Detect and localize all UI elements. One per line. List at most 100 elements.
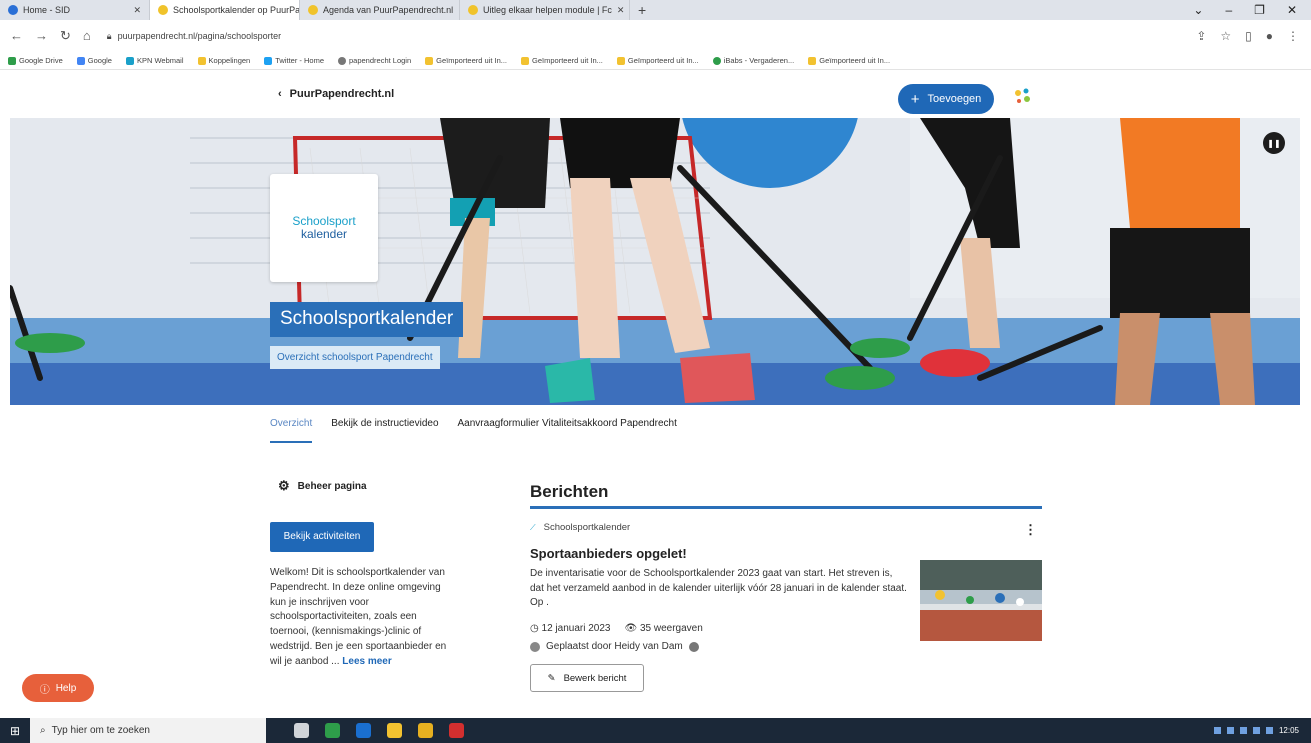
outlook-icon[interactable] bbox=[356, 723, 371, 738]
author-logo-icon: ⟋ bbox=[530, 522, 536, 532]
post-author[interactable]: ⟋ Schoolsportkalender bbox=[530, 522, 630, 533]
bookmark-item[interactable]: Google bbox=[76, 56, 112, 65]
file-explorer-icon[interactable] bbox=[418, 723, 433, 738]
ibabs-icon bbox=[712, 56, 721, 65]
new-tab-button[interactable]: + bbox=[630, 2, 654, 18]
chrome-profile-icon[interactable] bbox=[387, 723, 402, 738]
taskbar-search[interactable]: ⌕ Typ hier om te zoeken bbox=[30, 718, 266, 743]
bookmark-item[interactable]: KPN Webmail bbox=[125, 56, 184, 65]
tray-icon[interactable] bbox=[1213, 727, 1221, 734]
folder-icon bbox=[808, 56, 817, 65]
back-arrow-icon[interactable]: ← bbox=[10, 28, 23, 44]
read-more-link[interactable]: Lees meer bbox=[342, 656, 391, 667]
chevron-down-icon[interactable]: ⌄ bbox=[1193, 3, 1203, 17]
browser-tab[interactable]: Home - SID ✕ bbox=[0, 0, 150, 20]
share-icon[interactable]: ⇪ bbox=[1196, 29, 1206, 43]
close-icon[interactable]: ✕ bbox=[133, 5, 141, 16]
welcome-body: Welkom! Dit is schoolsportkalender van P… bbox=[270, 567, 447, 667]
tab-favicon-icon bbox=[158, 5, 168, 15]
tab-overzicht[interactable]: Overzicht bbox=[270, 416, 313, 443]
hero-photo bbox=[10, 118, 1300, 405]
task-view-icon[interactable] bbox=[294, 723, 309, 738]
tab-aanvraagformulier[interactable]: Aanvraagformulier Vitaliteitsakkoord Pap… bbox=[458, 416, 677, 443]
tab-label: Schoolsportkalender op PuurPa bbox=[173, 5, 300, 15]
tab-instructievideo[interactable]: Bekijk de instructievideo bbox=[331, 416, 438, 443]
bookmark-item[interactable]: Geïmporteerd uit In... bbox=[521, 56, 603, 65]
post-card: ⟋ Schoolsportkalender ⋮ Sportaanbieders … bbox=[530, 516, 1042, 696]
posts-heading: Berichten bbox=[530, 482, 609, 501]
close-icon[interactable]: ✕ bbox=[617, 5, 625, 16]
windows-start-icon[interactable]: ⊞ bbox=[0, 718, 30, 743]
add-button[interactable]: + Toevoegen bbox=[898, 84, 994, 114]
tray-icon[interactable] bbox=[1252, 727, 1260, 734]
menu-dots-icon[interactable]: ⋮ bbox=[1287, 29, 1299, 43]
search-icon: ⌕ bbox=[40, 725, 46, 736]
bookmark-item[interactable]: Geïmporteerd uit In... bbox=[616, 56, 699, 65]
bookmark-item[interactable]: Geïmporteerd uit In... bbox=[808, 56, 890, 65]
star-icon[interactable]: ☆ bbox=[1220, 29, 1231, 43]
maximize-button[interactable]: ❐ bbox=[1254, 3, 1265, 17]
page-logo: Schoolsport kalender bbox=[270, 174, 378, 282]
manage-page-link[interactable]: ⚙ Beheer pagina bbox=[270, 476, 460, 496]
edit-post-button[interactable]: ✎ Bewerk bericht bbox=[530, 664, 644, 692]
tray-icon[interactable] bbox=[1265, 727, 1273, 734]
help-button[interactable]: ⓘ Help bbox=[22, 674, 94, 702]
more-options-icon[interactable]: ⋮ bbox=[1024, 522, 1037, 538]
help-icon: ⓘ bbox=[39, 684, 50, 696]
eye-icon: 👁︎ bbox=[624, 623, 640, 634]
edit-post-label: Bewerk bericht bbox=[563, 672, 627, 684]
browser-tab-active[interactable]: Schoolsportkalender op PuurPa ✕ bbox=[150, 0, 300, 20]
taskbar-apps bbox=[294, 723, 464, 738]
browser-tab[interactable]: Uitleg elkaar helpen module | Fc ✕ bbox=[460, 0, 630, 20]
kpn-icon bbox=[125, 56, 134, 65]
site-header: ‹ PuurPapendrecht.nl + Toevoegen bbox=[10, 76, 1300, 118]
sidebar-icon[interactable]: ▯ bbox=[1245, 29, 1252, 43]
bookmark-item[interactable]: papendrecht Login bbox=[338, 56, 411, 65]
chrome-icon[interactable] bbox=[325, 723, 340, 738]
window-controls: ⌄ – ❐ ✕ bbox=[1193, 3, 1311, 17]
post-meta: ◷ 12 januari 2023 👁︎ 35 weergaven bbox=[530, 623, 703, 634]
back-link-label: PuurPapendrecht.nl bbox=[289, 88, 395, 100]
bookmark-item[interactable]: Koppelingen bbox=[197, 56, 250, 65]
sparkle-logo-icon[interactable] bbox=[1012, 85, 1034, 107]
reload-icon[interactable]: ↻ bbox=[60, 28, 71, 44]
clock-time[interactable]: 12:05 bbox=[1279, 726, 1299, 735]
taskbar-search-placeholder: Typ hier om te zoeken bbox=[51, 725, 150, 736]
profile-icon[interactable]: ● bbox=[1266, 29, 1273, 43]
folder-icon bbox=[616, 56, 625, 65]
tray-icon[interactable] bbox=[1239, 727, 1247, 734]
bookmark-item[interactable]: Geïmporteerd uit In... bbox=[425, 56, 507, 65]
url-field[interactable]: 🔒︎ puurpapendrecht.nl/pagina/schoolsport… bbox=[107, 31, 281, 42]
url-text: puurpapendrecht.nl/pagina/schoolsporter bbox=[117, 31, 282, 41]
forward-arrow-icon[interactable]: → bbox=[35, 28, 48, 44]
tab-label: Uitleg elkaar helpen module | Fc bbox=[483, 5, 612, 15]
pause-button[interactable]: ❚❚ bbox=[1263, 132, 1285, 154]
tab-favicon-icon bbox=[468, 5, 478, 15]
post-thumbnail[interactable] bbox=[920, 560, 1042, 641]
google-icon bbox=[76, 56, 85, 65]
content-tabs: Overzicht Bekijk de instructievideo Aanv… bbox=[270, 416, 677, 443]
welcome-text: Welkom! Dit is schoolsportkalender van P… bbox=[270, 566, 455, 670]
bookmark-item[interactable]: Google Drive bbox=[8, 56, 63, 65]
windows-taskbar: ⊞ ⌕ Typ hier om te zoeken 12:05 bbox=[0, 718, 1311, 743]
page-sidebar: ⚙ Beheer pagina Bekijk activiteiten Welk… bbox=[270, 476, 460, 670]
view-activities-button[interactable]: Bekijk activiteiten bbox=[270, 522, 374, 552]
close-window-button[interactable]: ✕ bbox=[1287, 3, 1297, 17]
home-icon[interactable]: ⌂ bbox=[83, 28, 91, 44]
hero-banner: ❚❚ bbox=[10, 118, 1300, 405]
post-text: De inventarisatie voor de Schoolsportkal… bbox=[530, 568, 907, 609]
back-link[interactable]: ‹ PuurPapendrecht.nl bbox=[278, 88, 394, 100]
bookmark-item[interactable]: iBabs - Vergaderen... bbox=[712, 56, 794, 65]
browser-tab[interactable]: Agenda van PuurPapendrecht.nl ✕ bbox=[300, 0, 460, 20]
tab-label: Agenda van PuurPapendrecht.nl bbox=[323, 5, 454, 15]
logo-text-line2: kalender bbox=[300, 227, 348, 241]
post-title[interactable]: Sportaanbieders opgelet! bbox=[530, 546, 687, 561]
chevron-left-icon: ‹ bbox=[278, 88, 282, 100]
acrobat-icon[interactable] bbox=[449, 723, 464, 738]
tray-icon[interactable] bbox=[1226, 727, 1234, 734]
plus-icon: + bbox=[910, 90, 920, 108]
bookmark-item[interactable]: Twitter - Home bbox=[264, 56, 324, 65]
minimize-button[interactable]: – bbox=[1225, 3, 1232, 17]
drive-icon bbox=[8, 56, 16, 65]
web-page: ‹ PuurPapendrecht.nl + Toevoegen ❚❚ Scho… bbox=[10, 76, 1300, 718]
